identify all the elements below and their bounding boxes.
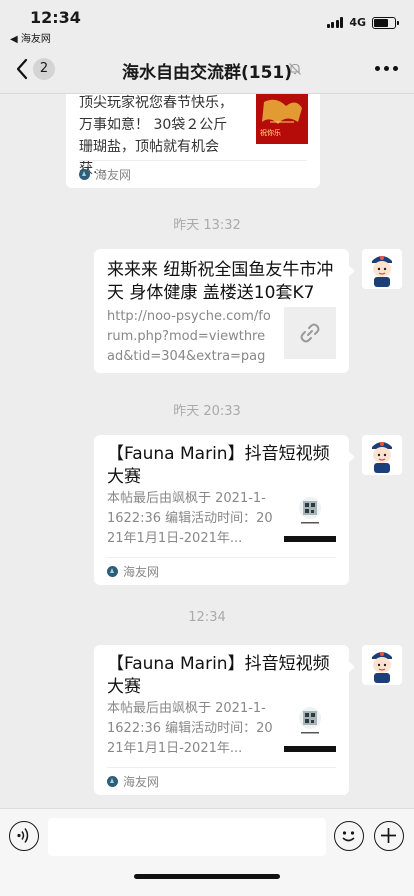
message-summary: 本帖最后由飒枫于 2021-1-1622:36 编辑活动时间：2021年1月1日… [107,701,273,756]
signal-icon [326,17,344,28]
police-cartoon-avatar-icon [362,645,402,685]
site-logo-icon [79,169,90,180]
message-link-url: http://noo-psyche.com/forum.php?mod=view… [107,309,271,364]
message-title: 来来来 纽斯祝全国鱼友牛市冲天 身体健康 盖楼送10套K7 ... [107,260,334,303]
source-name: 海友网 [95,168,132,182]
police-cartoon-avatar-icon [362,249,402,289]
message-source: 海友网 [79,160,307,188]
status-bar: 12:34 ◀ 海友网 4G [0,0,414,45]
input-bar [0,808,414,896]
timestamp: 昨天 20:33 [173,404,241,419]
qr-code-icon [284,490,336,542]
message-thumbnail: 祝你乐 [256,94,308,144]
voice-button[interactable] [9,821,39,851]
voice-icon [17,828,29,843]
message-title: 【Fauna Marin】抖音短视频大赛 [107,444,330,487]
chevron-left-icon [16,58,28,80]
message-card-1[interactable]: 顶尖玩家祝您春节快乐，万事如意！ 30袋２公斤珊瑚盐，顶帖就有机会获... 祝你… [66,94,320,188]
message-card-2[interactable]: 来来来 纽斯祝全国鱼友牛市冲天 身体健康 盖楼送10套K7 ... http:/… [94,249,355,373]
emoji-icon [342,831,355,842]
qr-thumbnail [284,700,336,752]
unread-count-badge[interactable]: 2 [33,58,55,80]
source-name: 海友网 [123,775,160,789]
message-card-3[interactable]: 【Fauna Marin】抖音短视频大赛 本帖最后由飒枫于 2021-1-162… [94,435,355,585]
more-button[interactable] [375,66,398,71]
status-time: 12:34 [30,8,81,27]
message-source: 海友网 [107,767,336,795]
link-icon [300,323,320,343]
message-summary: 本帖最后由飒枫于 2021-1-1622:36 编辑活动时间：2021年1月1日… [107,491,273,546]
sender-avatar[interactable] [362,249,402,289]
battery-icon [372,16,399,29]
chat-area[interactable]: 顶尖玩家祝您春节快乐，万事如意！ 30袋２公斤珊瑚盐，顶帖就有机会获... 祝你… [0,94,414,808]
link-thumbnail [284,307,336,359]
plus-button[interactable] [374,821,404,851]
plus-icon [381,828,396,843]
qr-code-icon [284,700,336,752]
bell-slash-icon [289,63,301,75]
emoji-button[interactable] [334,821,364,851]
timestamp: 昨天 13:32 [173,218,241,233]
source-name: 海友网 [123,565,160,579]
police-cartoon-avatar-icon [362,435,402,475]
status-back-app[interactable]: ◀ 海友网 [10,30,51,45]
more-dots-icon [375,66,380,71]
network-label: 4G [349,16,366,29]
sender-avatar[interactable] [362,435,402,475]
message-card-4[interactable]: 【Fauna Marin】抖音短视频大赛 本帖最后由飒枫于 2021-1-162… [94,645,355,795]
chat-header: 2 海水自由交流群(151) [0,44,414,94]
message-input[interactable] [48,818,326,856]
site-logo-icon [107,566,118,577]
sender-avatar[interactable] [362,645,402,685]
qr-thumbnail [284,490,336,542]
site-logo-icon [107,776,118,787]
home-indicator[interactable] [134,874,280,879]
message-source: 海友网 [107,557,336,585]
timestamp: 12:34 [188,610,226,625]
message-title: 【Fauna Marin】抖音短视频大赛 [107,654,330,697]
status-indicators: 4G [326,16,399,29]
thumbnail-caption: 祝你乐 [260,129,281,137]
back-button[interactable] [12,56,32,82]
